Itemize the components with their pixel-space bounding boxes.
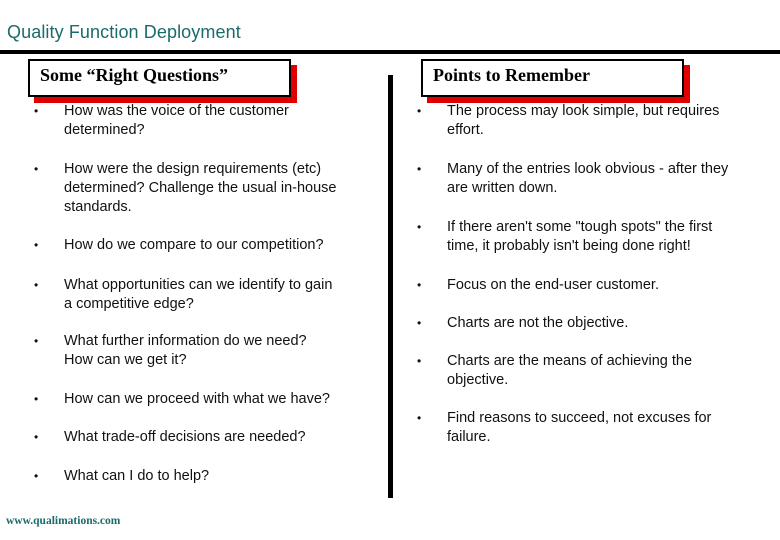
footer-url: www.qualimations.com [6,515,121,527]
column-divider [388,75,393,498]
text-line: a competitive edge? [64,296,194,312]
text-line: Focus on the end-user customer. [447,277,659,293]
list-item-text: How was the voice of the customer determi… [64,102,289,140]
bullet-icon: • [417,411,422,425]
list-item-text: The process may look simple, but require… [447,102,719,140]
bullet-icon: • [34,392,39,406]
bullet-icon: • [417,104,422,118]
list-item-text: Find reasons to succeed, not excuses for… [447,409,711,447]
right-section-header: Points to Remember [421,59,690,103]
text-line: How were the design requirements (etc) [64,161,322,177]
bullet-icon: • [417,220,422,234]
bullet-icon: • [34,334,39,348]
right-section-heading: Points to Remember [421,59,684,97]
list-item-text: Many of the entries look obvious - after… [447,160,728,198]
text-line: What opportunities can we identify to ga… [64,277,333,293]
list-item-text: How can we proceed with what we have? [64,390,330,409]
text-line: objective. [447,372,509,388]
list-item-text: Charts are the means of achieving the obj… [447,352,692,390]
text-line: Find reasons to succeed, not excuses for [447,410,712,426]
text-line: If there aren't some "tough spots" the f… [447,219,713,235]
text-line: are written down. [447,180,558,196]
text-line: effort. [447,122,484,138]
bullet-icon: • [34,162,39,176]
bullet-icon: • [417,316,422,330]
bullet-icon: • [34,104,39,118]
list-item-text: How do we compare to our competition? [64,236,324,255]
text-line: Charts are not the objective. [447,315,629,331]
left-section-heading: Some “Right Questions” [28,59,291,97]
bullet-icon: • [417,278,422,292]
text-line: time, it probably isn't being done right… [447,238,691,254]
list-item-text: What trade-off decisions are needed? [64,428,306,447]
bullet-icon: • [34,469,39,483]
text-line: What trade-off decisions are needed? [64,429,306,445]
text-line: Many of the entries look obvious - after… [447,161,729,177]
list-item-text: Focus on the end-user customer. [447,276,659,295]
slide-title: Quality Function Deployment [7,22,241,42]
text-line: How was the voice of the customer [64,103,289,119]
bullet-icon: • [34,278,39,292]
text-line: How can we proceed with what we have? [64,391,330,407]
list-item-text: Charts are not the objective. [447,314,628,333]
list-item-text: What can I do to help? [64,467,209,486]
list-item-text: How were the design requirements (etc) de… [64,160,336,217]
list-item-text: What further information do we need? How … [64,332,307,370]
text-line: How do we compare to our competition? [64,237,324,253]
text-line: How can we get it? [64,352,187,368]
text-line: determined? [64,122,145,138]
bullet-icon: • [417,354,422,368]
left-section-header: Some “Right Questions” [28,59,297,103]
list-item-text: If there aren't some "tough spots" the f… [447,218,712,256]
bullet-icon: • [34,430,39,444]
text-line: determined? Challenge the usual in-house [64,180,337,196]
text-line: failure. [447,429,491,445]
text-line: What can I do to help? [64,468,210,484]
bullet-icon: • [34,238,39,252]
title-divider [0,50,780,54]
text-line: standards. [64,199,132,215]
text-line: The process may look simple, but require… [447,103,720,119]
text-line: Charts are the means of achieving the [447,353,693,369]
list-item-text: What opportunities can we identify to ga… [64,276,332,314]
bullet-icon: • [417,162,422,176]
text-line: What further information do we need? [64,333,307,349]
